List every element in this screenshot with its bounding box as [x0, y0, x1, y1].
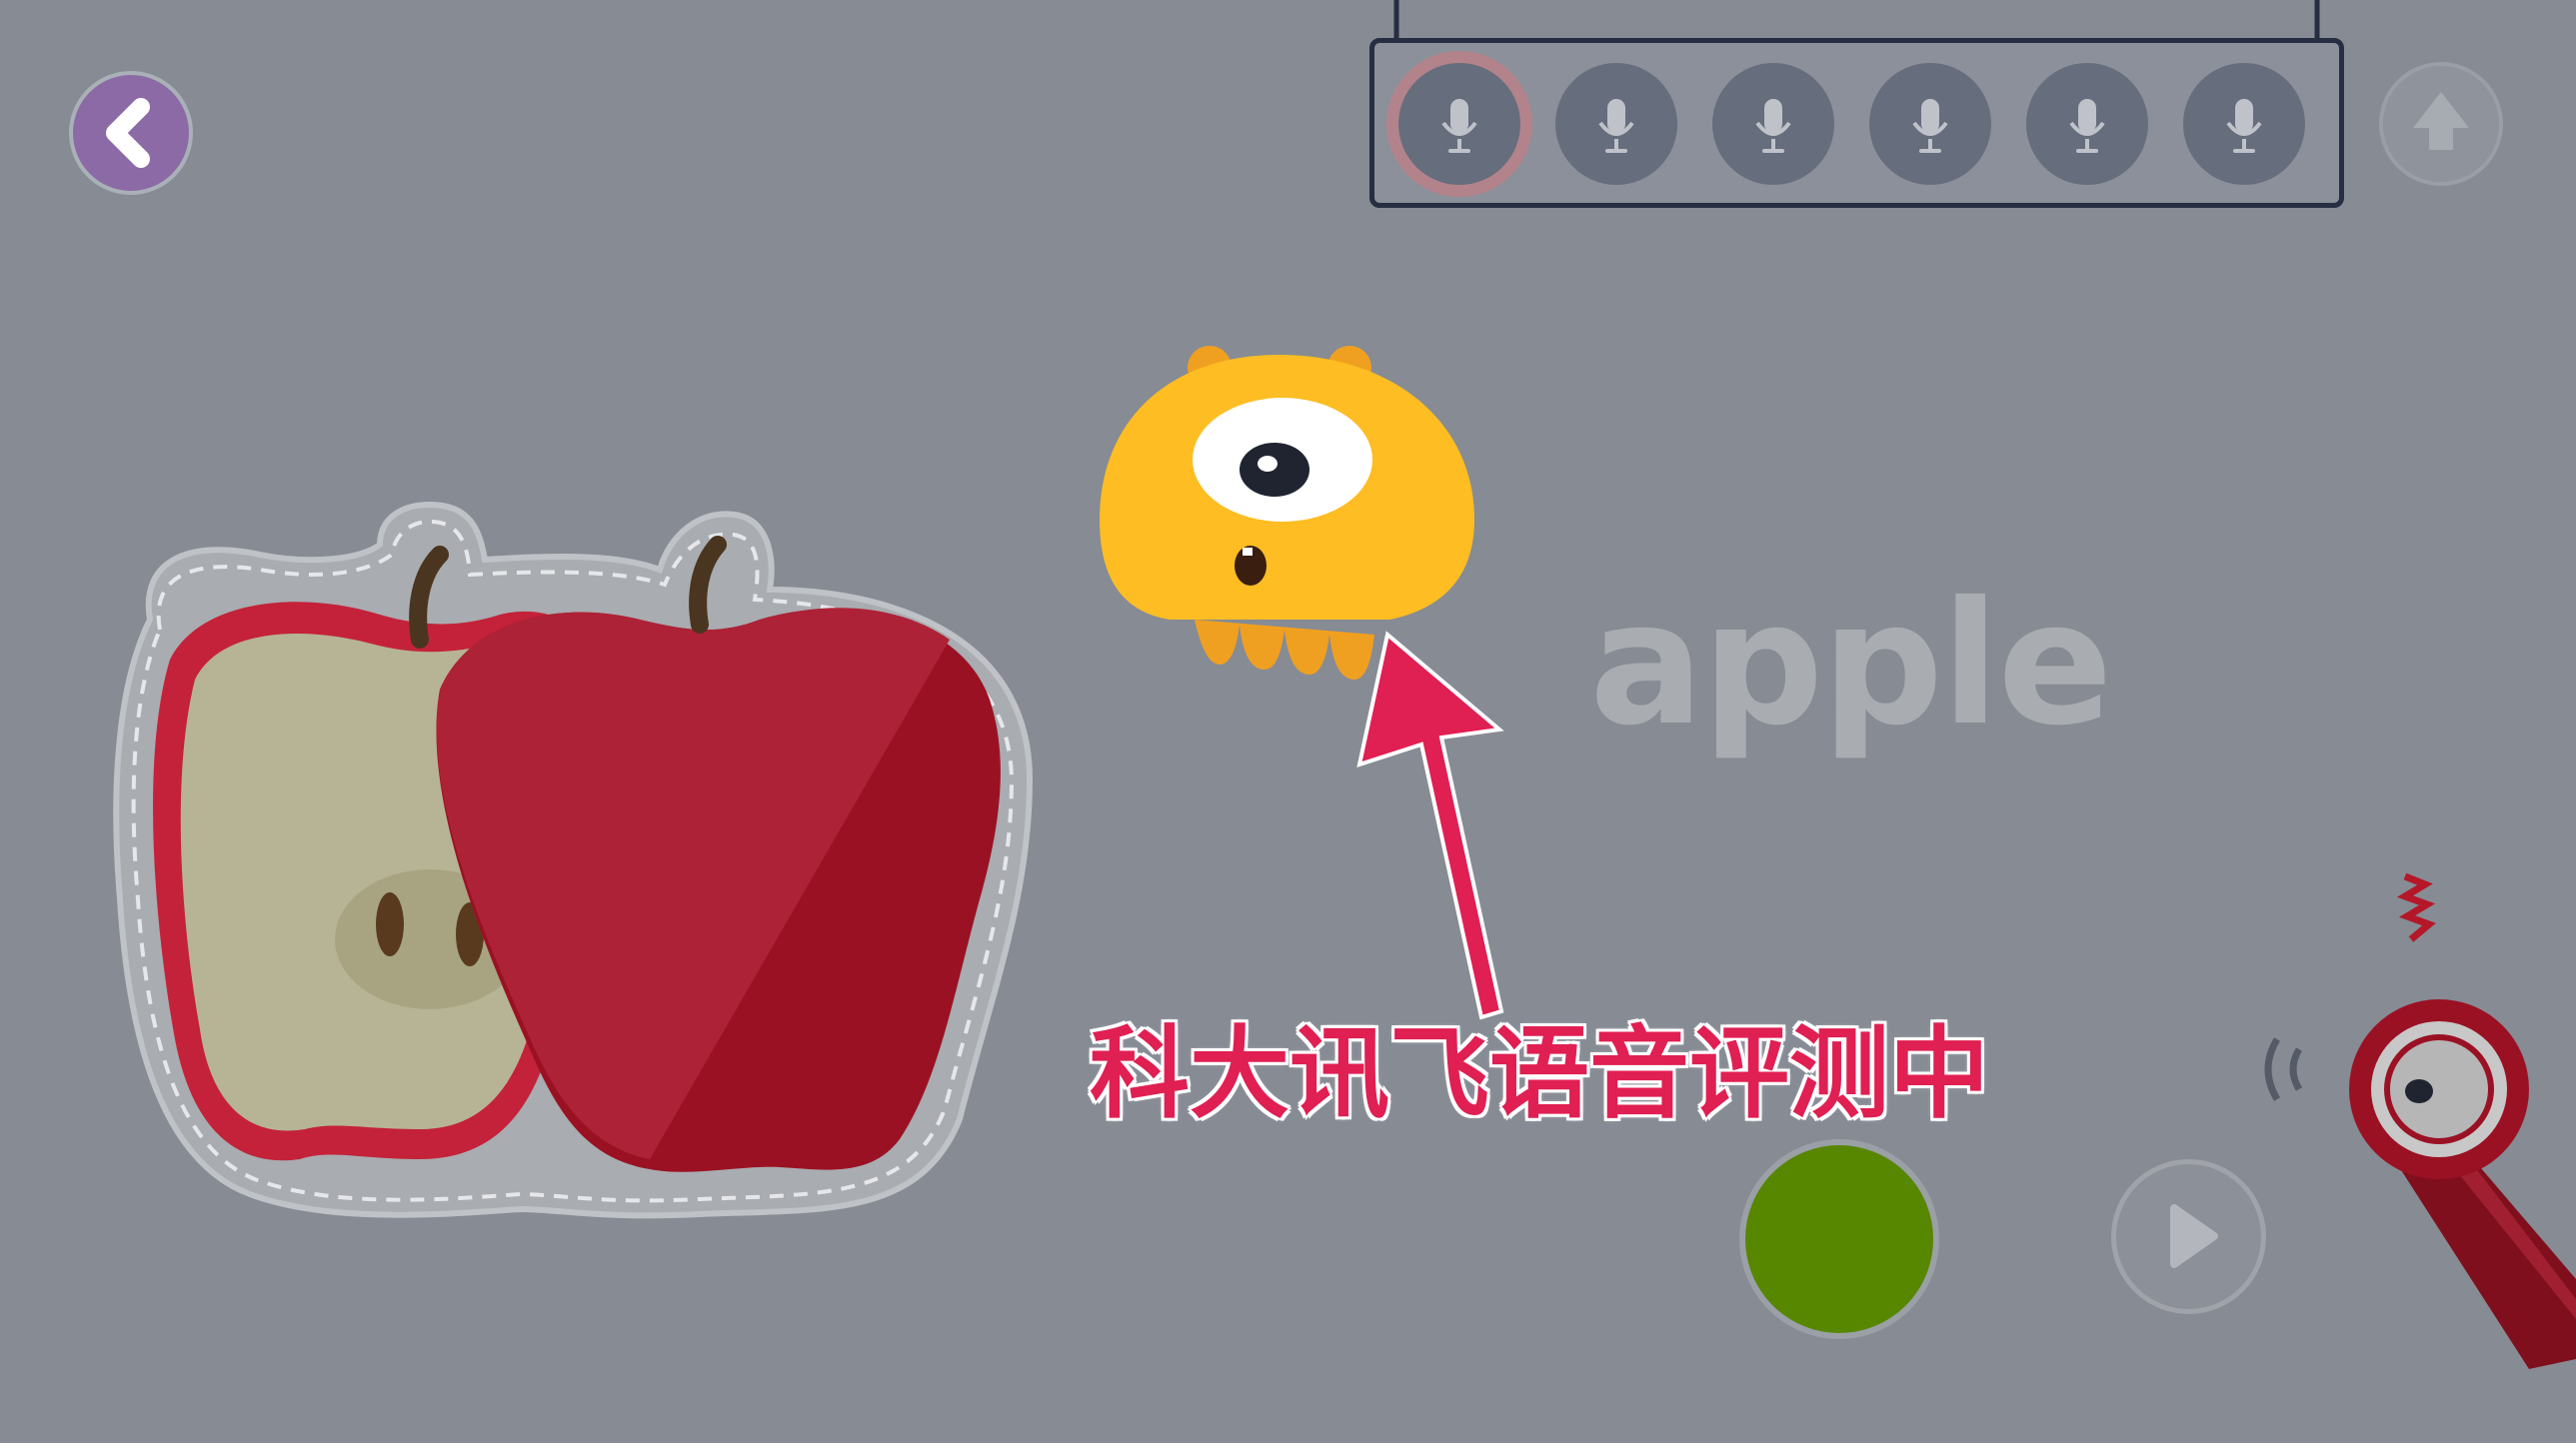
mic-slot-6[interactable]: [2183, 63, 2305, 185]
microphone-icon: [2069, 99, 2105, 153]
play-button[interactable]: [2111, 1159, 2266, 1314]
evaluation-caption: 科大讯飞语音评测中: [1088, 1015, 1991, 1132]
mic-slot-1[interactable]: [1398, 63, 1520, 185]
mic-slot-5[interactable]: [2026, 63, 2148, 185]
play-icon: [2170, 1204, 2218, 1268]
microphone-icon: [1441, 99, 1477, 153]
record-button[interactable]: [1739, 1139, 1939, 1339]
apple-illustration: [113, 501, 1034, 1219]
microphone-icon: [2226, 99, 2262, 153]
recording-slots-panel: [1369, 38, 2344, 208]
mic-slot-3[interactable]: [1712, 63, 1834, 185]
microphone-icon: [1755, 99, 1791, 153]
chevron-left-icon: [106, 98, 150, 168]
microphone-icon: [1912, 99, 1948, 153]
bottom-edge: [0, 1443, 2576, 1448]
monster-character: [1100, 346, 1474, 680]
arrow-up-icon: [2413, 92, 2469, 150]
upload-button[interactable]: [2379, 62, 2503, 186]
target-word: apple: [1589, 566, 2113, 763]
mic-slot-2[interactable]: [1555, 63, 1677, 185]
mic-slot-4[interactable]: [1869, 63, 1991, 185]
microphone-prop: [2264, 872, 2576, 1369]
pointer-arrow: [1356, 631, 1504, 1020]
game-screen: apple 科大讯飞语音评测中: [0, 0, 2576, 1448]
microphone-icon: [1598, 99, 1634, 153]
back-button[interactable]: [69, 71, 193, 195]
